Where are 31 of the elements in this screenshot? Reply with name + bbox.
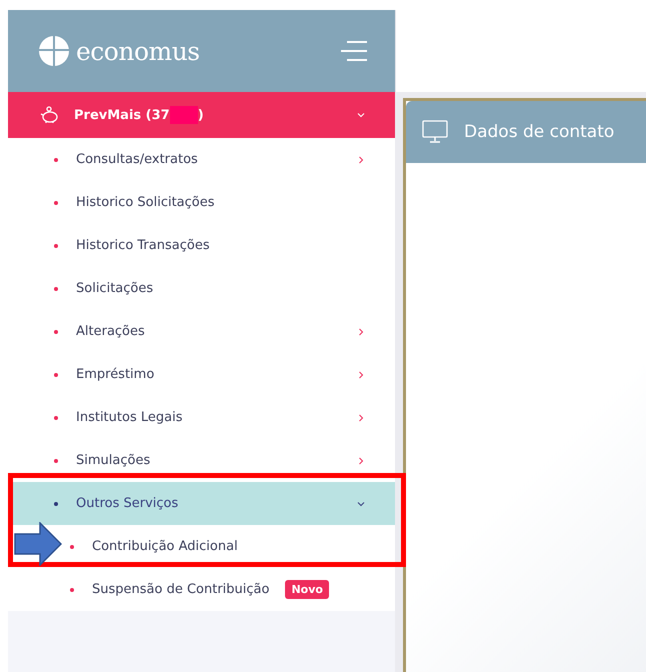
bullet-icon (54, 286, 58, 290)
monitor-icon (422, 120, 448, 144)
bullet-icon (54, 244, 58, 248)
bullet-icon (70, 544, 74, 548)
account-item[interactable]: PrevMais (37 ) (8, 92, 395, 138)
new-badge: Novo (285, 580, 329, 599)
chevron-right-icon (357, 328, 365, 336)
menu-icon[interactable] (339, 40, 369, 62)
arrow-icon (14, 522, 62, 566)
card-title: Dados de contato (464, 122, 614, 142)
submenu-item[interactable]: Contribuição Adicional (70, 536, 238, 556)
bullet-icon (54, 372, 58, 376)
bullet-icon (54, 330, 58, 334)
bullet-icon (54, 458, 58, 462)
bullet-icon (70, 588, 74, 592)
chevron-down-icon (357, 111, 365, 119)
brand-name: economus (76, 36, 200, 66)
submenu-item[interactable]: Suspensão de Contribuição (70, 580, 270, 600)
chevron-right-icon (357, 414, 365, 422)
logo-icon (38, 35, 70, 67)
chevron-right-icon (357, 456, 365, 464)
account-label: PrevMais (37 ) (74, 106, 204, 124)
chevron-right-icon (357, 370, 365, 378)
bullet-icon (54, 502, 58, 506)
piggy-bank-icon (40, 106, 60, 124)
chevron-down-icon (357, 500, 365, 508)
redaction-block (170, 106, 198, 124)
chevron-right-icon (357, 156, 365, 164)
bullet-icon (54, 200, 58, 204)
bullet-icon (54, 158, 58, 162)
bullet-icon (54, 416, 58, 420)
